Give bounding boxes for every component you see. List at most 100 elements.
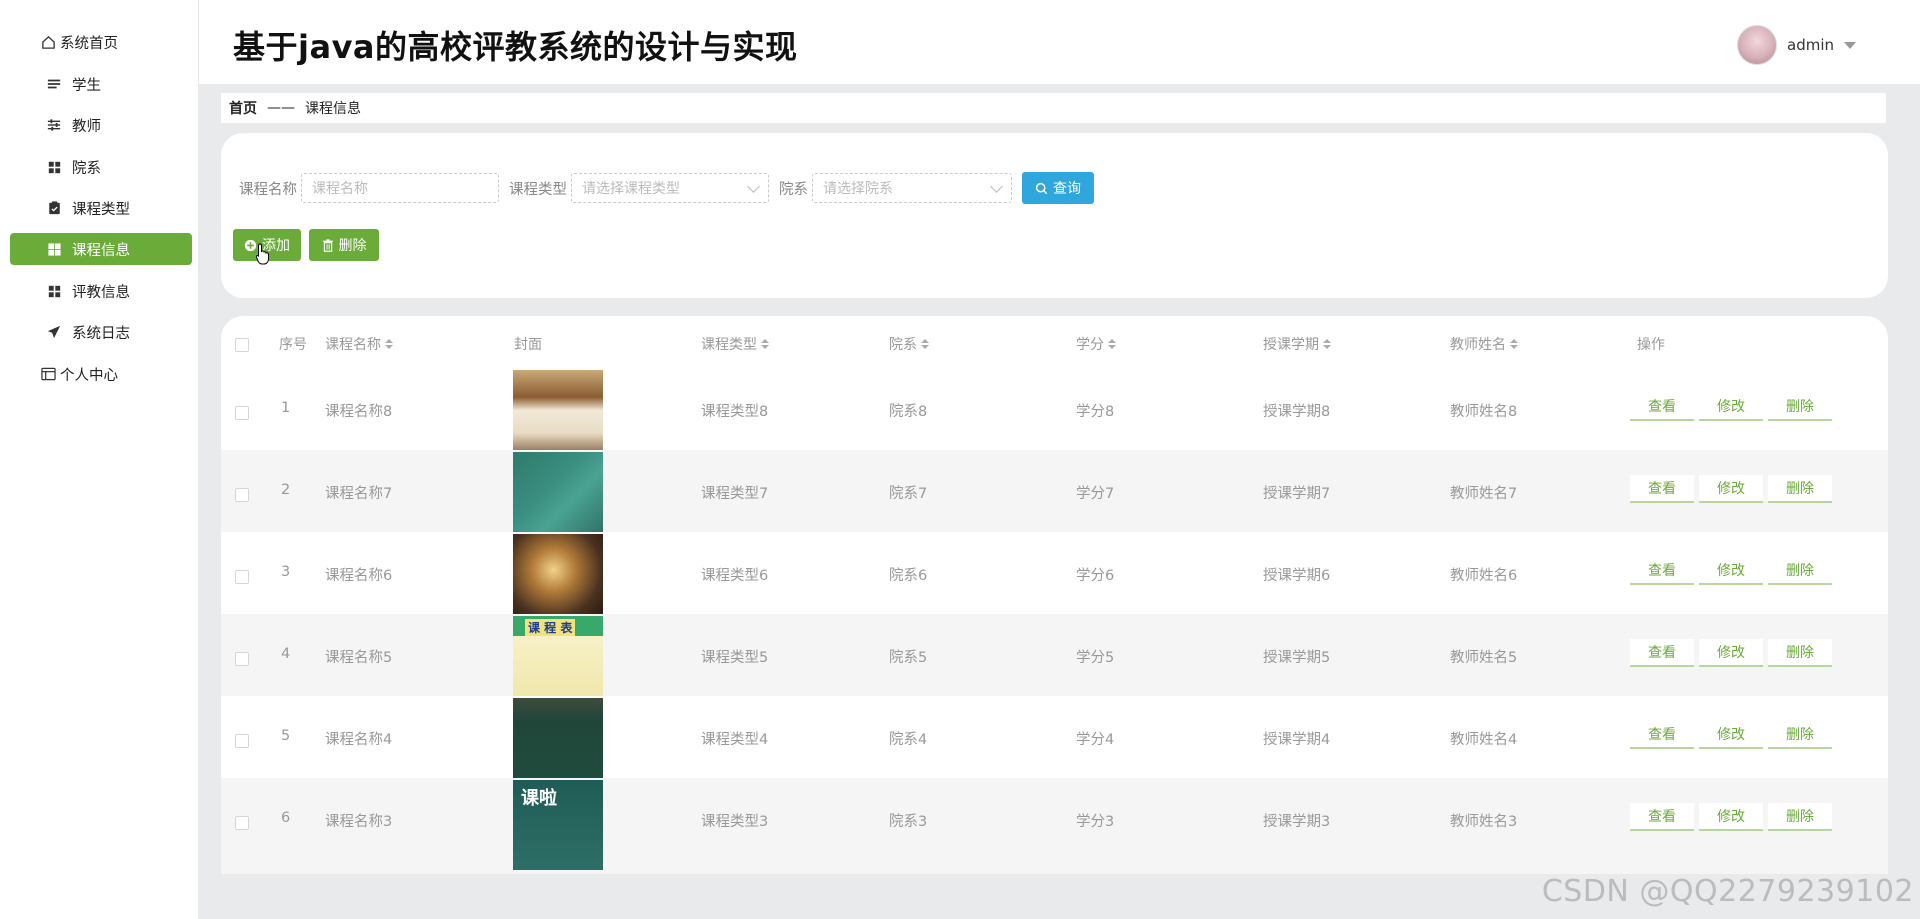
sidebar-item-departments[interactable]: 院系 (10, 151, 192, 183)
user-menu[interactable]: admin (1737, 25, 1856, 65)
delete-button[interactable]: 删除 (1768, 803, 1832, 831)
cover-caption: 课啦 (521, 788, 557, 809)
chevron-down-icon (747, 180, 760, 193)
cell-course-type: 课程类型4 (701, 732, 769, 748)
cell-dept: 院系7 (889, 486, 928, 502)
username: admin (1787, 36, 1834, 54)
grid-icon (46, 159, 62, 175)
row-checkbox[interactable] (235, 652, 249, 666)
course-type-select[interactable]: 请选择课程类型 (571, 173, 769, 203)
th-term[interactable]: 授课学期 (1263, 334, 1331, 354)
sidebar-item-course-types[interactable]: 课程类型 (10, 192, 192, 224)
sidebar: 系统首页 学生 教师 院系 课程类型 课程信息 评教信息 系统日志 个人中心 (0, 0, 199, 919)
cell-course-type: 课程类型5 (701, 650, 769, 666)
th-course-name[interactable]: 课程名称 (325, 334, 393, 354)
cell-index: 4 (281, 646, 291, 662)
cell-teacher: 教师姓名4 (1450, 732, 1518, 748)
view-button[interactable]: 查看 (1630, 721, 1694, 749)
sidebar-item-teachers[interactable]: 教师 (10, 109, 192, 141)
avatar (1737, 25, 1777, 65)
delete-button[interactable]: 删除 (1768, 393, 1832, 421)
course-cover-image[interactable] (513, 370, 603, 460)
batch-delete-button[interactable]: 删除 (309, 229, 379, 261)
view-button[interactable]: 查看 (1630, 475, 1694, 503)
cell-course-name: 课程名称6 (325, 568, 393, 584)
main-area: 基于java的高校评教系统的设计与实现 admin 首页 —— 课程信息 课程名… (199, 0, 1920, 919)
cell-course-name: 课程名称7 (325, 486, 393, 502)
search-icon (1035, 182, 1048, 194)
sidebar-item-home[interactable]: 系统首页 (10, 26, 192, 58)
edit-button[interactable]: 修改 (1699, 557, 1763, 585)
course-type-placeholder: 请选择课程类型 (582, 181, 680, 197)
cell-credit: 学分8 (1076, 404, 1115, 420)
view-button[interactable]: 查看 (1630, 639, 1694, 667)
th-credit[interactable]: 学分 (1076, 334, 1116, 354)
sidebar-item-label: 系统日志 (72, 325, 130, 342)
card-icon (40, 366, 56, 382)
view-button[interactable]: 查看 (1630, 803, 1694, 831)
row-checkbox[interactable] (235, 570, 249, 584)
sidebar-item-evaluations[interactable]: 评教信息 (10, 275, 192, 307)
delete-button[interactable]: 删除 (1768, 475, 1832, 503)
row-checkbox[interactable] (235, 406, 249, 420)
view-button[interactable]: 查看 (1630, 557, 1694, 585)
sidebar-item-label: 系统首页 (60, 35, 118, 52)
delete-button[interactable]: 删除 (1768, 721, 1832, 749)
row-checkbox[interactable] (235, 488, 249, 502)
edit-button[interactable]: 修改 (1699, 393, 1763, 421)
cell-index: 6 (281, 810, 291, 826)
cell-term: 授课学期7 (1263, 486, 1331, 502)
edit-button[interactable]: 修改 (1699, 475, 1763, 503)
breadcrumb-home[interactable]: 首页 (229, 98, 257, 118)
cell-credit: 学分7 (1076, 486, 1115, 502)
cell-index: 5 (281, 728, 291, 744)
breadcrumb: 首页 —— 课程信息 (221, 93, 1886, 123)
course-table: 序号 课程名称 封面 课程类型 院系 学分 授课学期 教师姓名 操作 1 课程名称… (221, 316, 1888, 919)
course-cover-image[interactable] (513, 534, 603, 624)
cell-course-name: 课程名称5 (325, 650, 393, 666)
th-course-type[interactable]: 课程类型 (701, 334, 769, 354)
sort-icon (921, 339, 929, 349)
course-name-field: 课程名称 课程名称 (239, 173, 499, 203)
sort-icon (385, 339, 393, 349)
sidebar-item-students[interactable]: 学生 (10, 68, 192, 100)
course-name-input[interactable]: 课程名称 (301, 173, 499, 203)
cell-course-name: 课程名称4 (325, 732, 393, 748)
delete-button[interactable]: 删除 (1768, 639, 1832, 667)
th-teacher[interactable]: 教师姓名 (1450, 334, 1518, 354)
th-dept[interactable]: 院系 (889, 334, 929, 354)
sidebar-item-system-log[interactable]: 系统日志 (10, 316, 192, 348)
select-all-checkbox[interactable] (235, 338, 249, 352)
cell-credit: 学分6 (1076, 568, 1115, 584)
cell-credit: 学分4 (1076, 732, 1115, 748)
cell-term: 授课学期5 (1263, 650, 1331, 666)
header: 基于java的高校评教系统的设计与实现 admin (199, 0, 1920, 84)
clipboard-icon (46, 200, 62, 216)
delete-button[interactable]: 删除 (1768, 557, 1832, 585)
course-cover-image[interactable]: 课啦 (513, 780, 603, 870)
cell-index: 1 (281, 400, 291, 416)
sidebar-item-label: 课程类型 (72, 201, 130, 218)
hand-cursor-icon (256, 243, 269, 265)
course-cover-image[interactable] (513, 452, 603, 542)
row-checkbox[interactable] (235, 734, 249, 748)
course-name-label: 课程名称 (239, 181, 297, 198)
send-icon (46, 324, 62, 340)
watermark: CSDN @QQ2279239102 (1541, 874, 1914, 909)
sidebar-item-label: 学生 (72, 77, 101, 94)
query-button[interactable]: 查询 (1022, 172, 1094, 204)
th-cover: 封面 (514, 337, 542, 353)
breadcrumb-current: 课程信息 (305, 101, 361, 117)
dept-select[interactable]: 请选择院系 (812, 173, 1012, 203)
cell-term: 授课学期3 (1263, 814, 1331, 830)
view-button[interactable]: 查看 (1630, 393, 1694, 421)
sidebar-item-course-info[interactable]: 课程信息 (10, 233, 192, 265)
course-cover-image[interactable] (513, 698, 603, 788)
row-checkbox[interactable] (235, 816, 249, 830)
edit-button[interactable]: 修改 (1699, 639, 1763, 667)
edit-button[interactable]: 修改 (1699, 803, 1763, 831)
sidebar-item-profile[interactable]: 个人中心 (10, 358, 192, 390)
edit-button[interactable]: 修改 (1699, 721, 1763, 749)
course-cover-image[interactable]: 课 程 表 (513, 616, 603, 706)
sidebar-item-label: 院系 (72, 160, 101, 177)
